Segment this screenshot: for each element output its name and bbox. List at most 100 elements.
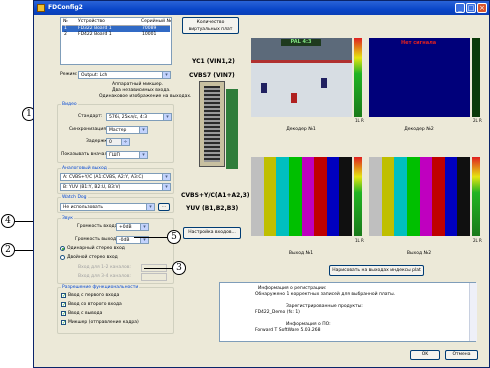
analog-b-select[interactable]: B: YUV (B1:Y, B2:U, B3:V) ▾ [60,183,171,191]
feature-checkbox[interactable]: ✓ [61,302,66,308]
features-label: Разрешение функциональности [61,285,140,290]
close-button[interactable]: × [477,3,487,13]
info-line: Forward T SoftWare 5.03.268 [255,328,321,333]
audio-meter [472,38,480,117]
no-signal-text: Нет сигнала [401,40,437,46]
draw-indices-button[interactable]: Нарисовать на выходах индексы plat [329,265,424,276]
output-volume-value: -0dB [119,238,130,243]
delay-spinner[interactable]: 0 ÷ [106,138,130,146]
cancel-button[interactable]: Отмена [445,350,478,360]
show-value: ГШП [109,153,120,158]
watchdog-more-button[interactable]: ... [158,203,170,211]
virtual-boards-button[interactable]: Количество виртуальных плат [182,17,239,34]
board-pcb-image [226,89,238,169]
board-connector-image [199,81,225,167]
chevron-down-icon: ▾ [146,204,154,210]
features-group: Разрешение функциональности ✓ Ввод с пер… [57,285,174,334]
inputs-setup-button[interactable]: Настройка входов... [183,227,241,239]
col-header-serial: Серийный № [141,19,172,24]
watchdog-value: Не использовать [63,205,104,210]
chevron-down-icon: ▾ [162,72,170,78]
sync-select[interactable]: Мастер ▾ [106,126,148,134]
input-volume-label: Громкость входа: [77,224,119,229]
analog-a-value: A: CVBS+Y/C (A1:CVBS, A2:Y, A3:C) [63,175,144,180]
maximize-button[interactable]: □ [466,3,476,13]
feature-label: Ввод с первого входа [68,293,120,298]
output-1-preview [251,157,352,236]
show-select[interactable]: ГШП ▾ [106,151,148,159]
feature-label: Ввод со второго входа [68,302,122,307]
meter-label: 1L R [355,118,364,123]
single-stereo-label: Одинарный стерео вход [67,246,125,251]
minimize-button[interactable]: _ [455,3,465,13]
analog-a-select[interactable]: A: CVBS+Y/C (A1:CVBS, A2:Y, A3:C) ▾ [60,173,171,181]
info-title: Информация о регистрации: [258,286,327,291]
video-group: Видео Стандарт: 576i, 25кл/с, 4:3 ▾ Синхр… [57,102,174,163]
row-serial: 70089 [142,26,157,31]
ok-button[interactable]: OK [410,350,440,360]
video-group-label: Видео [61,102,78,107]
audio-meter [354,157,362,236]
feature-checkbox[interactable]: ✓ [61,311,66,317]
delay-value: 0 [109,140,112,145]
watchdog-group: Watch Dog Не использовать ▾ ... [57,195,174,213]
output-2-preview [369,157,470,236]
col-header-num: № [63,19,68,24]
hw-note-line: Одинаковое изображение на выходах. [99,94,192,99]
watchdog-select[interactable]: Не использовать ▾ [60,203,155,211]
analog-out-label: Аналоговый выход [61,166,108,171]
callout-4: 4 [1,214,15,228]
show-label: Показывать вначале: [61,152,112,157]
decoder-2-caption: Декодер №2 [404,127,434,132]
channels-12-label: Вход для 1-2 каналов: [78,265,131,270]
double-stereo-label: Двойной стерео вход [67,255,118,260]
chevron-down-icon: ▾ [162,184,170,190]
window-title: FDConfig2 [48,4,83,11]
table-row[interactable]: 2 FD422 Board 1 10001 [62,32,170,38]
sound-label: Звук [61,216,74,221]
standard-value: 576i, 25кл/с, 4:3 [109,115,148,120]
callout-3-leader [144,268,172,269]
info-scrollbar[interactable] [469,283,477,341]
audio-meter [472,157,480,236]
audio-meter [354,38,362,117]
row-device: FD422 Board 1 [78,32,112,37]
watchdog-label: Watch Dog [61,195,88,200]
meter-label: 2L R [473,238,482,243]
input-volume-select[interactable]: +0dB ▾ [116,223,149,231]
info-line: Обнаружено 1 корректных записей для выбр… [255,292,396,297]
analog-b-value: B: YUV (B1:Y, B2:U, B3:V) [63,185,121,190]
port-label-top: YC1 (VIN1,2) [192,58,235,65]
feature-checkbox[interactable]: ✓ [61,320,66,326]
decoder-1-caption: Декодер №1 [286,127,316,132]
callout-3: 3 [172,261,186,275]
standard-select[interactable]: 576i, 25кл/с, 4:3 ▾ [106,113,172,121]
app-icon [37,4,45,12]
sound-group: Звук Громкость входа: +0dB ▾ Громкость вы… [57,216,174,284]
feature-label: Ввод с вывода [68,311,103,316]
chevron-down-icon: ▾ [163,114,171,120]
chevron-down-icon: ▾ [162,174,170,180]
hw-note-line: Два независимых входа. [112,88,171,93]
row-num: 2 [64,32,67,37]
device-list[interactable]: № Устройство Серийный № 1 FD322 Board 1 … [60,17,172,65]
spin-icon: ÷ [121,139,129,145]
output-1-caption: Выход №1 [288,251,314,256]
hw-note-line: Аппаратный микшер. [112,82,164,87]
app-window: FDConfig2 _ □ × № Устройство Серийный № … [33,0,490,368]
analog-out-group: Аналоговый выход A: CVBS+Y/C (A1:CVBS, A… [57,166,174,194]
registration-info-box[interactable]: Информация о регистрации: Обнаружено 1 к… [219,282,477,342]
title-bar[interactable]: FDConfig2 _ □ × [34,1,489,15]
sync-value: Мастер [109,128,127,133]
col-header-device: Устройство [78,19,105,24]
double-stereo-radio[interactable] [60,255,65,260]
meter-label: 1L R [355,238,364,243]
mode-select[interactable]: Output: Lch ▾ [78,71,171,79]
chevron-down-icon: ▾ [140,224,148,230]
info-line: Информация о ПО: [286,322,331,327]
input-volume-value: +0dB [119,225,132,230]
single-stereo-radio[interactable] [60,246,65,251]
channels-34-select[interactable] [141,273,167,281]
feature-checkbox[interactable]: ✓ [61,293,66,299]
output-volume-label: Громкость выхода: [75,237,121,242]
